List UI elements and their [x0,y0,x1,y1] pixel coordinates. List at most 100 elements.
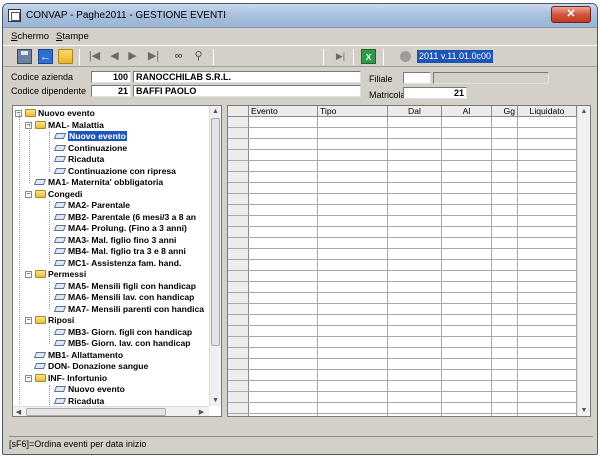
tree-scroll-thumb[interactable] [211,118,220,346]
document-icon [53,248,67,254]
scroll-right-icon[interactable]: ▶ [196,407,207,416]
tree-item[interactable]: Ricaduta [53,154,105,165]
status-dot-icon [400,51,411,62]
folder-icon [35,270,46,278]
document-icon [53,236,67,243]
tree-item[interactable]: MA5- Mensili figli con handicap [53,280,196,292]
tree-item[interactable]: Ricaduta [53,396,104,407]
skip-forward-icon[interactable]: ▶| [333,49,348,64]
tree-connector [49,201,50,263]
menu-stampe[interactable]: Stampe [56,31,89,42]
matricola-label: Matricola [369,90,406,100]
scroll-down-icon[interactable]: ▼ [578,405,590,416]
collapse-toggle-icon[interactable]: − [25,374,32,382]
tree-item[interactable]: − Nuovo evento [15,108,95,119]
tree-item[interactable]: MB1- Allattamento [33,349,124,361]
tree-item[interactable]: MA3- Mal. figlio fino 3 anni [53,234,177,246]
tree-item-label: MA1- Maternita' obbligatoria [48,177,164,187]
grid-corner-header [228,106,249,117]
tree-item[interactable]: MB4- Mal. figlio tra 3 e 8 anni [53,246,186,257]
tree-item-label: MB2- Parentale (6 mesi/3 a 8 an [68,211,197,222]
save-icon[interactable] [17,49,32,64]
scroll-up-icon[interactable]: ▲ [578,106,590,117]
excel-export-icon[interactable]: X [361,49,376,64]
column-header-dal[interactable]: Dal [388,106,442,117]
tree-item[interactable]: MA2- Parentale [53,200,130,211]
tree-item-label: MB1- Allattamento [48,349,124,360]
tree-item-label: MB4- Mal. figlio tra 3 e 8 anni [68,246,186,256]
tree-item[interactable]: MC1- Assistenza fam. hand. [53,258,181,269]
grid-vertical-scrollbar[interactable]: ▲ ▼ [577,106,590,416]
collapse-toggle-icon[interactable]: − [25,317,32,324]
tree-item[interactable]: MB2- Parentale (6 mesi/3 a 8 an [53,211,197,223]
tree-item[interactable]: MB3- Giorn. figli con handicap [53,327,192,338]
first-record-icon[interactable]: |◀ [87,49,102,64]
tree-item[interactable]: MA7- Mensili parenti con handica [53,304,204,315]
scroll-left-icon[interactable]: ◀ [13,407,24,416]
tree-item[interactable]: − Riposi [25,315,75,326]
folder-icon [25,109,36,117]
next-record-icon[interactable]: ▶ [125,49,140,64]
codice-azienda-label: Codice azienda [11,72,74,82]
tree-horizontal-scrollbar[interactable]: ◀ ▶ [13,406,209,416]
tree-item[interactable]: DON- Donazione sangue [33,361,148,372]
magnifier-icon[interactable]: ⚲ [191,49,206,64]
tree-item-label: MA3- Mal. figlio fino 3 anni [68,234,177,245]
folder-icon [35,373,46,382]
close-button[interactable]: ✕ [551,6,591,23]
collapse-toggle-icon[interactable]: − [25,190,32,198]
column-header-liquidato[interactable]: Liquidato [518,106,577,117]
filiale-field[interactable] [403,72,431,84]
column-header-tipo[interactable]: Tipo [318,106,388,117]
filiale-description [433,72,549,84]
tree-item[interactable]: Nuovo evento [53,384,125,395]
version-label: 2011 v.11.01.0c00 [417,50,494,63]
tree-hscroll-thumb[interactable] [26,408,166,416]
tree-item[interactable]: − Congedi [25,189,82,200]
open-folder-icon[interactable] [58,49,73,64]
tree-item[interactable]: Continuazione [53,143,127,154]
tree-item-label: Riposi [48,315,75,325]
menu-schermo[interactable]: Schermo [11,31,49,42]
tree-item[interactable]: MA4- Prolung. (Fino a 3 anni) [53,223,187,234]
scroll-down-icon[interactable]: ▼ [210,395,221,406]
tree-item[interactable]: − INF- Infortunio [25,373,107,384]
column-header-gg[interactable]: Gg [492,106,518,117]
tree-item-label: Permessi [48,269,87,279]
tree-item[interactable]: Continuazione con ripresa [53,166,176,177]
document-icon [53,133,67,139]
tree-item[interactable]: Nuovo evento [53,131,127,142]
binoculars-icon[interactable]: ∞ [171,49,186,64]
document-icon [53,144,67,151]
menu-bar: Schermo Stampe [3,29,597,44]
previous-record-icon[interactable]: ◀ [107,49,122,64]
toolbar-separator [323,49,324,65]
column-header-evento[interactable]: Evento [249,106,318,117]
document-icon [53,213,67,220]
title-bar[interactable]: CONVAP - Paghe2011 - GESTIONE EVENTI ✕ [3,4,597,28]
app-icon[interactable] [8,9,21,22]
tree-item[interactable]: − MAL- Malattia [25,120,104,131]
document-icon [33,351,47,358]
codice-dipendente-label: Codice dipendente [11,86,87,96]
tree-item[interactable]: MA6- Mensili lav. con handicap [53,292,194,303]
tree-item[interactable]: − Permessi [25,269,87,280]
column-header-al[interactable]: Al [442,106,492,117]
last-record-icon[interactable]: ▶| [146,49,161,64]
codice-azienda-field[interactable]: 100 [91,71,131,83]
tree-item-label: Ricaduta [68,154,105,164]
tree-item-label: MA5- Mensili figli con handicap [68,280,196,291]
window-title: CONVAP - Paghe2011 - GESTIONE EVENTI [26,10,227,21]
tree-item-label: Nuovo evento [38,108,95,118]
matricola-field: 21 [403,87,467,99]
folder-icon [35,189,46,198]
codice-dipendente-field[interactable]: 21 [91,85,131,97]
scroll-up-icon[interactable]: ▲ [210,106,221,117]
back-icon[interactable]: ← [38,49,53,64]
document-icon [53,328,67,335]
collapse-toggle-icon[interactable]: − [25,271,32,278]
tree-item[interactable]: MA1- Maternita' obbligatoria [33,177,164,188]
tree-item[interactable]: MB5- Giorn. lav. con handicap [53,338,191,349]
tree-vertical-scrollbar[interactable]: ▲ ▼ [209,106,221,406]
document-icon [53,202,67,208]
